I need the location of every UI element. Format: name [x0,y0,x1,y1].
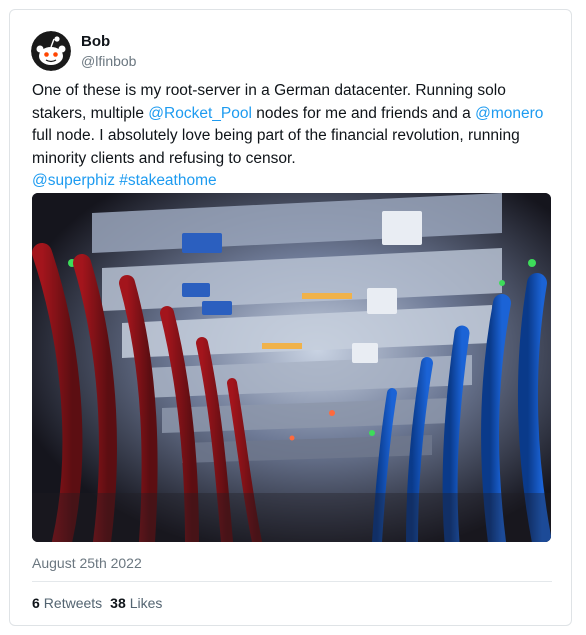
tweet-date[interactable]: August 25th 2022 [32,555,142,571]
server-rack-photo-icon [32,193,551,542]
likes-label: Likes [129,595,163,611]
likes-count: 38 [110,595,126,611]
mention-rocket-pool[interactable]: @Rocket_Pool [148,105,252,122]
likes-stat[interactable]: 38 Likes [110,595,162,611]
user-handle[interactable]: @lfinbob [81,52,136,70]
tweet-text-part-3: full node. I absolutely love being part … [32,127,520,167]
reddit-alien-avatar-icon [31,31,71,71]
display-name[interactable]: Bob [81,32,136,52]
retweets-stat[interactable]: 6 Retweets [32,595,102,611]
retweets-label: Retweets [43,595,103,611]
tweet-text-part-2: nodes for me and friends and a [251,104,476,122]
avatar[interactable] [31,31,71,71]
tweet-card: Bob @lfinbob One of these is my root-ser… [9,9,572,626]
hashtag-stakeathome[interactable]: #stakeathome [119,172,216,189]
mention-monero[interactable]: @monero [475,105,543,122]
mention-superphiz[interactable]: @superphiz [32,172,115,189]
retweets-count: 6 [32,595,40,611]
tweet-header: Bob @lfinbob [31,29,136,73]
tweet-media-photo[interactable] [32,193,551,542]
tweet-text: One of these is my root-server in a Germ… [32,80,552,193]
tweet-stats: 6 Retweets 38 Likes [32,595,162,611]
user-names: Bob @lfinbob [81,32,136,70]
divider [32,581,552,582]
